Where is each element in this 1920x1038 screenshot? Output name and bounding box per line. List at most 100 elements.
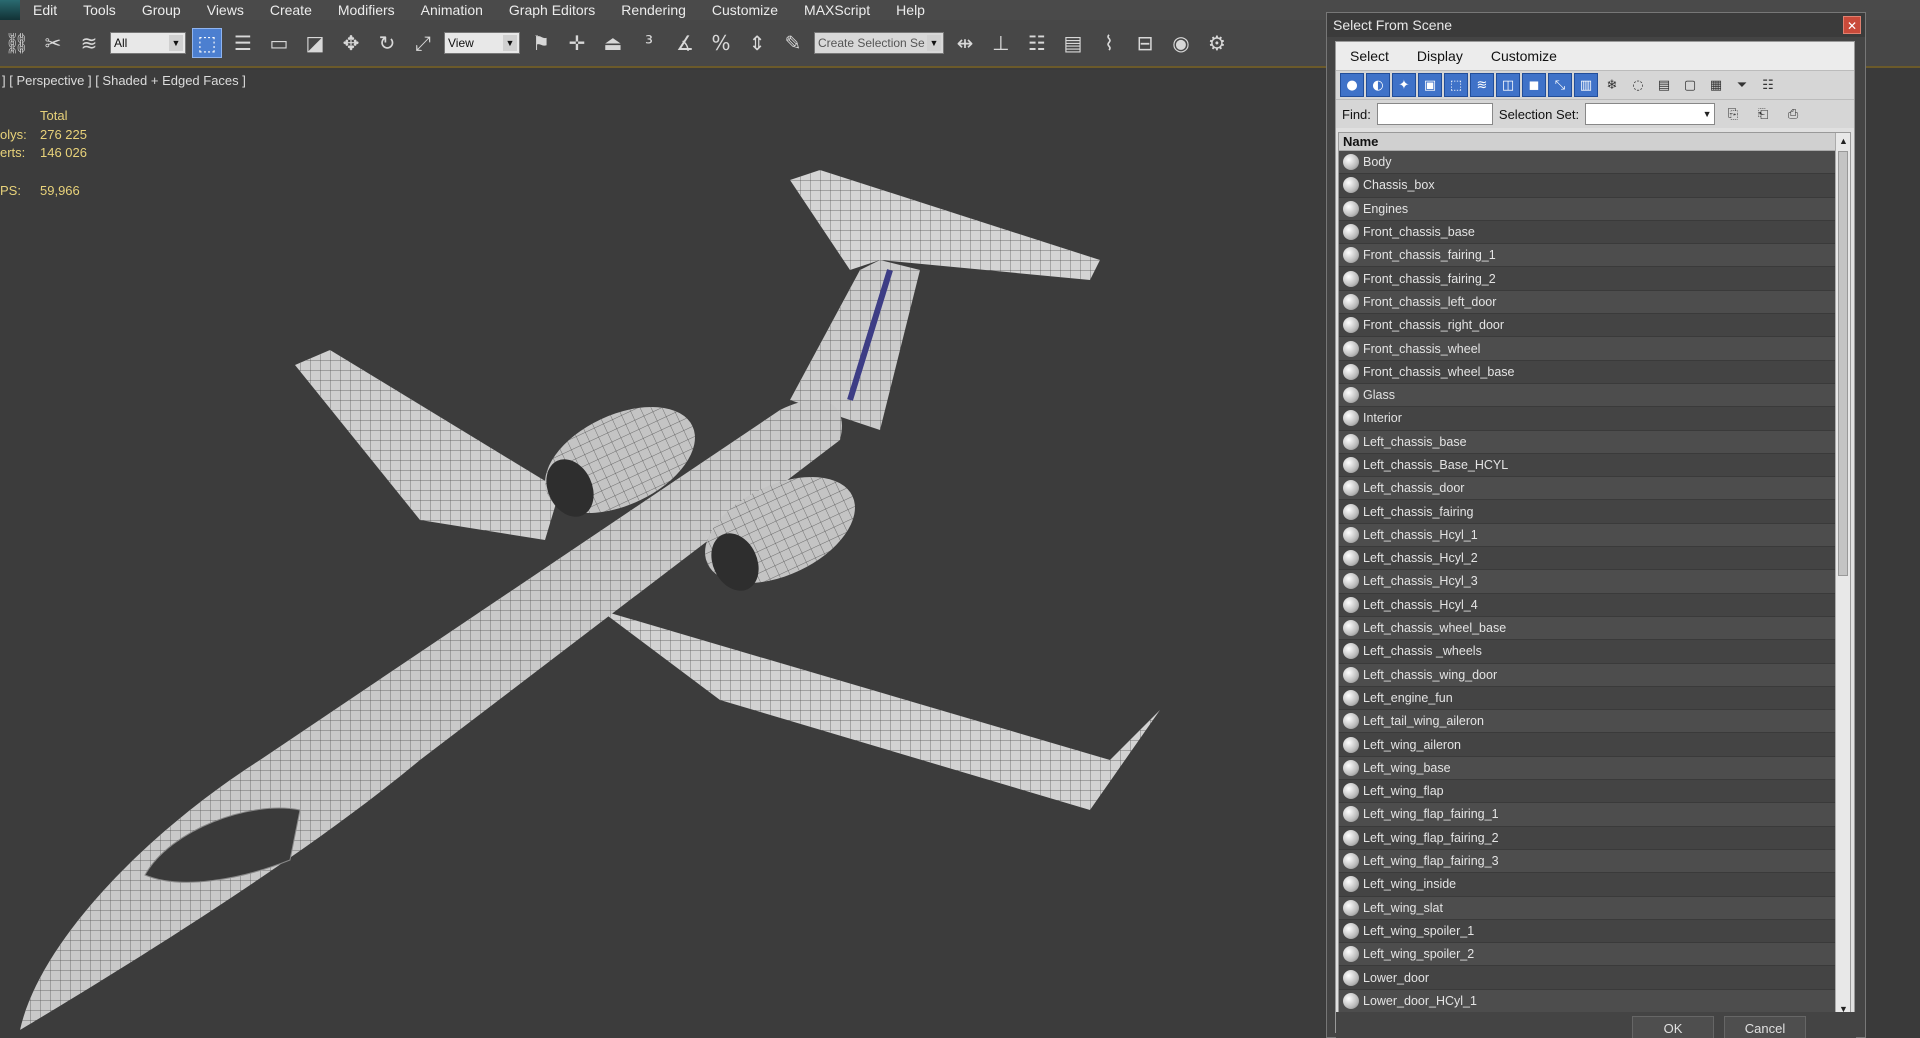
list-item[interactable]: Lower_door <box>1339 966 1837 990</box>
list-item[interactable]: Front_chassis_wheel_base <box>1339 360 1837 384</box>
menu-item[interactable]: Modifiers <box>325 0 408 20</box>
display-lights-icon[interactable]: ✦ <box>1392 73 1416 97</box>
menu-item[interactable]: Help <box>883 0 938 20</box>
list-item[interactable]: Left_chassis_Hcyl_1 <box>1339 523 1837 548</box>
add-to-selection-set-icon[interactable]: ⎗ <box>1751 102 1775 126</box>
create-selection-set-icon[interactable]: ⎘ <box>1721 102 1745 126</box>
list-item[interactable]: Chassis_box <box>1339 174 1837 198</box>
list-item[interactable]: Left_engine_fun <box>1339 686 1837 711</box>
menu-item[interactable]: Customize <box>699 0 791 20</box>
list-item[interactable]: Engines <box>1339 197 1837 221</box>
edit-named-selection-icon[interactable]: ✎ <box>778 28 808 58</box>
list-item[interactable]: Left_chassis_fairing <box>1339 500 1837 524</box>
close-icon[interactable]: ✕ <box>1843 16 1861 34</box>
list-item[interactable]: Left_wing_spoiler_1 <box>1339 919 1837 944</box>
material-editor-icon[interactable]: ◉ <box>1166 28 1196 58</box>
list-item[interactable]: Front_chassis_base <box>1339 220 1837 245</box>
list-item[interactable]: Front_chassis_fairing_1 <box>1339 244 1837 268</box>
move-icon[interactable]: ✥ <box>336 28 366 58</box>
filter-icon[interactable]: ⏷ <box>1730 73 1754 97</box>
spinner-snap-icon[interactable]: ⇕ <box>742 28 772 58</box>
named-selection-sets-field[interactable]: Create Selection Se ▼ <box>814 32 944 54</box>
select-by-name-icon[interactable]: ☰ <box>228 28 258 58</box>
link-icon[interactable]: ⛓ <box>2 28 32 58</box>
selection-filter-dropdown[interactable]: All ▼ <box>110 32 186 54</box>
list-item[interactable]: Left_chassis_Hcyl_2 <box>1339 547 1837 571</box>
list-item[interactable]: Left_wing_aileron <box>1339 733 1837 757</box>
display-none-icon[interactable]: ▢ <box>1678 73 1702 97</box>
menu-item[interactable]: Edit <box>20 0 70 20</box>
schematic-view-icon[interactable]: ⊟ <box>1130 28 1160 58</box>
render-setup-icon[interactable]: ⚙ <box>1202 28 1232 58</box>
list-item[interactable]: Left_chassis_wing_door <box>1339 663 1837 687</box>
menu-item[interactable]: Rendering <box>608 0 699 20</box>
rectangular-selection-icon[interactable]: ▭ <box>264 28 294 58</box>
display-all-icon[interactable]: ▤ <box>1652 73 1676 97</box>
app-logo[interactable] <box>0 0 20 20</box>
list-scrollbar[interactable]: ▲ ▼ <box>1835 133 1850 1015</box>
display-groups-icon[interactable]: ◫ <box>1496 73 1520 97</box>
list-item[interactable]: Lower_door_HCyl_1 <box>1339 989 1837 1013</box>
perspective-viewport[interactable]: ] [ Perspective ] [ Shaded + Edged Faces… <box>0 70 1325 1038</box>
display-bones-icon[interactable]: ⤡ <box>1548 73 1572 97</box>
reference-coordinate-dropdown[interactable]: View ▼ <box>444 32 520 54</box>
layer-manager-icon[interactable]: ☷ <box>1022 28 1052 58</box>
scroll-up-icon[interactable]: ▲ <box>1836 133 1850 149</box>
scene-explorer-icon[interactable]: ▤ <box>1058 28 1088 58</box>
display-spacewarps-icon[interactable]: ≋ <box>1470 73 1494 97</box>
list-item[interactable]: Left_chassis_wheel_base <box>1339 616 1837 641</box>
list-item[interactable]: Left_wing_inside <box>1339 873 1837 897</box>
list-item[interactable]: Left_wing_flap <box>1339 780 1837 804</box>
angle-snap-icon[interactable]: ∡ <box>670 28 700 58</box>
display-geometry-icon[interactable]: ● <box>1340 73 1364 97</box>
remove-from-selection-set-icon[interactable]: ⎙ <box>1781 102 1805 126</box>
ok-button[interactable]: OK <box>1632 1016 1714 1038</box>
align-icon[interactable]: ⊥ <box>986 28 1016 58</box>
menu-item[interactable]: Tools <box>70 0 129 20</box>
selection-set-dropdown[interactable]: ▼ <box>1585 103 1716 125</box>
list-item[interactable]: Left_wing_spoiler_2 <box>1339 943 1837 967</box>
display-helpers-icon[interactable]: ⬚ <box>1444 73 1468 97</box>
dialog-menu-item[interactable]: Select <box>1336 48 1403 64</box>
display-hidden-icon[interactable]: ◌ <box>1626 73 1650 97</box>
menu-item[interactable]: MAXScript <box>791 0 883 20</box>
unlink-icon[interactable]: ✂ <box>38 28 68 58</box>
percent-snap-icon[interactable]: % <box>706 28 736 58</box>
find-input[interactable] <box>1376 103 1493 125</box>
list-item[interactable]: Left_chassis_Base_HCYL <box>1339 453 1837 478</box>
display-xrefs-icon[interactable]: ◼ <box>1522 73 1546 97</box>
list-item[interactable]: Left_wing_base <box>1339 756 1837 781</box>
list-item[interactable]: Body <box>1339 151 1837 175</box>
menu-item[interactable]: Create <box>257 0 325 20</box>
list-item[interactable]: Left_chassis _wheels <box>1339 640 1837 664</box>
display-frozen-icon[interactable]: ❄ <box>1600 73 1624 97</box>
display-shapes-icon[interactable]: ◐ <box>1366 73 1390 97</box>
list-item[interactable]: Left_wing_slat <box>1339 896 1837 920</box>
configure-columns-icon[interactable]: ☷ <box>1756 73 1780 97</box>
list-item[interactable]: Front_chassis_left_door <box>1339 290 1837 315</box>
menu-item[interactable]: Graph Editors <box>496 0 608 20</box>
list-item[interactable]: Left_chassis_Hcyl_4 <box>1339 593 1837 617</box>
list-item[interactable]: Left_wing_flap_fairing_2 <box>1339 826 1837 850</box>
scroll-thumb[interactable] <box>1838 151 1848 576</box>
list-item[interactable]: Left_tail_wing_aileron <box>1339 710 1837 734</box>
viewport-label[interactable]: ] [ Perspective ] [ Shaded + Edged Faces… <box>2 73 246 88</box>
mirror-icon[interactable]: ⇹ <box>950 28 980 58</box>
list-item[interactable]: Left_chassis_Hcyl_3 <box>1339 570 1837 594</box>
curve-editor-icon[interactable]: ⌇ <box>1094 28 1124 58</box>
snaps-toggle-icon[interactable]: ³ <box>634 28 664 58</box>
display-invert-icon[interactable]: ▦ <box>1704 73 1728 97</box>
menu-item[interactable]: Views <box>194 0 257 20</box>
rotate-icon[interactable]: ↻ <box>372 28 402 58</box>
dialog-titlebar[interactable]: Select From Scene ✕ <box>1327 13 1865 37</box>
cancel-button[interactable]: Cancel <box>1724 1016 1806 1038</box>
scale-icon[interactable]: ⤢ <box>408 28 438 58</box>
select-manipulate-icon[interactable]: ✛ <box>562 28 592 58</box>
list-item[interactable]: Left_chassis_door <box>1339 477 1837 501</box>
list-item[interactable]: Front_chassis_fairing_2 <box>1339 267 1837 291</box>
list-item[interactable]: Left_wing_flap_fairing_1 <box>1339 803 1837 827</box>
list-item[interactable]: Glass <box>1339 383 1837 408</box>
pivot-center-icon[interactable]: ⚑ <box>526 28 556 58</box>
display-containers-icon[interactable]: ▥ <box>1574 73 1598 97</box>
list-item[interactable]: Interior <box>1339 407 1837 431</box>
